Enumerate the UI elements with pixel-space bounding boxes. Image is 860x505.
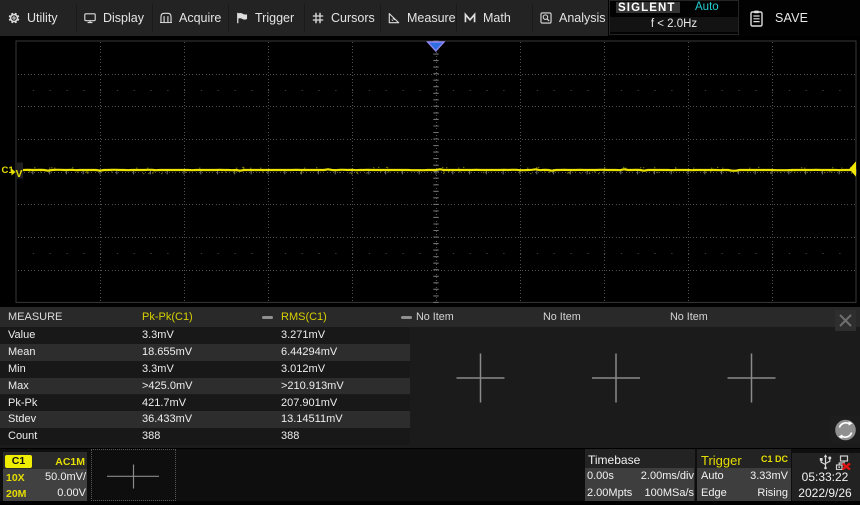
svg-text:V: V — [16, 168, 23, 180]
